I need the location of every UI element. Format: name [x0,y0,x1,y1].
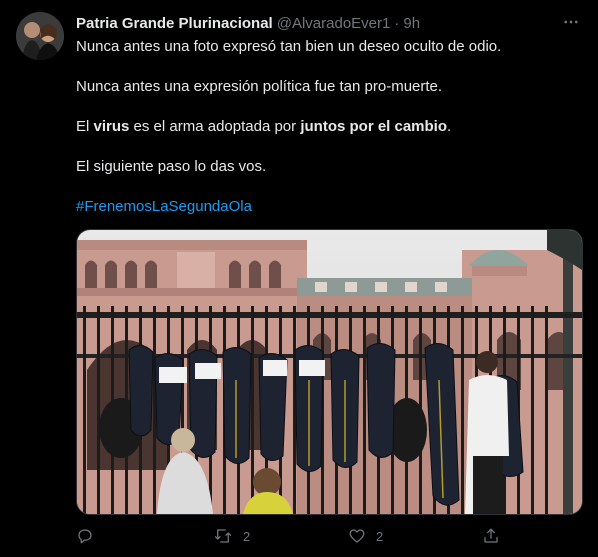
like-button[interactable]: 2 [348,527,383,545]
bold-phrase: juntos por el cambio [300,118,448,135]
text-fragment: El [76,118,94,135]
retweet-icon [214,529,232,543]
tweet-header: Patria Grande Plurinacional @AlvaradoEve… [76,13,582,33]
tweet-actions: 2 2 [76,525,581,547]
text-fragment: . [447,118,452,135]
like-count: 2 [376,528,384,544]
tweet[interactable]: Patria Grande Plurinacional @AlvaradoEve… [0,0,598,557]
more-options-button[interactable] [560,12,582,32]
tweet-text: Nunca antes una foto expresó tan bien un… [76,37,581,237]
reply-icon [78,529,92,544]
author-handle[interactable]: @AlvaradoEver1 [277,15,391,32]
tweet-timestamp[interactable]: 9h [403,15,420,32]
avatar-image [16,12,64,60]
text-fragment: es el arma adoptada por [129,118,301,135]
separator-dot: · [394,14,400,32]
tweet-line: El siguiente paso lo das vos. [76,158,267,175]
bold-word: virus [93,118,130,135]
tweet-line: Nunca antes una foto expresó tan bien un… [76,38,502,55]
reply-button[interactable] [76,527,102,545]
share-button[interactable] [482,527,500,545]
heart-icon [349,529,365,543]
protest-photo [77,230,582,514]
more-icon [564,20,578,24]
avatar[interactable] [16,12,64,60]
tweet-line: El virus es el arma adoptada por juntos … [76,117,581,137]
tweet-photo[interactable] [76,229,583,515]
retweet-count: 2 [243,528,251,544]
hashtag-link[interactable]: #FrenemosLaSegundaOla [76,197,581,217]
author-name[interactable]: Patria Grande Plurinacional [76,15,273,32]
share-icon [484,528,498,543]
retweet-button[interactable]: 2 [213,527,250,545]
tweet-line: Nunca antes una expresión política fue t… [76,78,443,95]
